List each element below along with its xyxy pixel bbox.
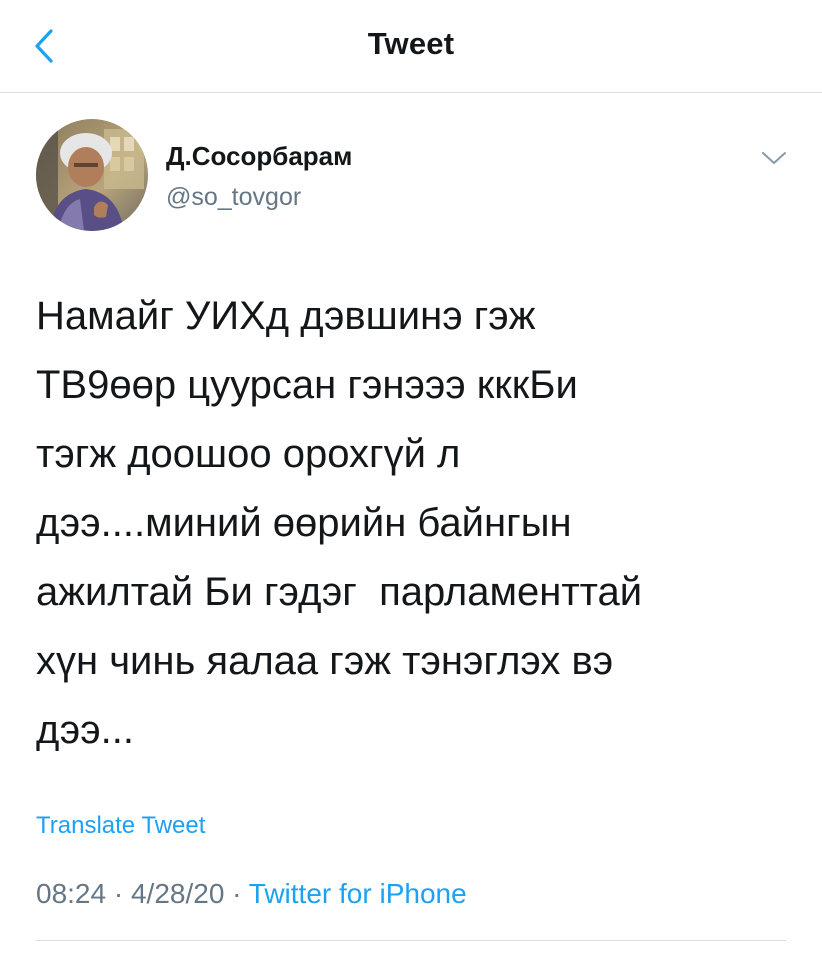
author-handle[interactable]: @so_tovgor xyxy=(166,183,301,212)
more-options-button[interactable] xyxy=(756,144,792,172)
author-display-name[interactable]: Д.Сосорбарам xyxy=(166,141,352,172)
tweet-text: Намайг УИХд дэвшинэ гэж ТВ9өөр цуурсан г… xyxy=(36,294,643,752)
profile-photo xyxy=(36,119,148,231)
tweet-date: 4/28/20 xyxy=(130,878,225,909)
navigation-bar: Tweet xyxy=(0,0,822,93)
tweet-meta: 08:24 · 4/28/20 · Twitter for iPhone xyxy=(36,878,467,910)
avatar[interactable] xyxy=(36,119,148,231)
meta-separator: · xyxy=(224,878,249,909)
translate-tweet-link[interactable]: Translate Tweet xyxy=(36,812,205,840)
chevron-down-icon xyxy=(762,152,786,164)
tweet-time: 08:24 xyxy=(36,878,107,909)
divider xyxy=(36,940,786,941)
page-title: Tweet xyxy=(367,26,455,61)
meta-separator: · xyxy=(106,878,131,909)
tweet-source-link[interactable]: Twitter for iPhone xyxy=(249,878,467,909)
